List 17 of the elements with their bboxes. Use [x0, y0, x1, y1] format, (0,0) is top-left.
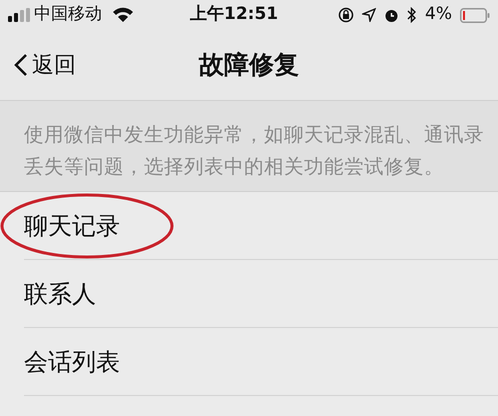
- battery-icon: [460, 8, 490, 22]
- signal-icon: [8, 8, 30, 22]
- page-title: 故障修复: [199, 49, 299, 82]
- chevron-left-icon: [14, 53, 28, 77]
- bluetooth-icon: [407, 7, 418, 23]
- description-text: 使用微信中发生功能异常，如聊天记录混乱、通讯录丢失等问题，选择列表中的相关功能尝试修复。: [0, 101, 498, 191]
- list-item[interactable]: 联系人: [24, 260, 498, 328]
- location-arrow-icon: [362, 8, 376, 22]
- clock-time: 上午12:51: [190, 3, 278, 26]
- list-item[interactable]: 会话列表: [24, 328, 498, 396]
- alarm-clock-icon: [384, 8, 400, 22]
- wifi-icon: [112, 7, 134, 23]
- rotation-lock-icon: [338, 7, 354, 23]
- back-button[interactable]: 返回: [14, 48, 76, 82]
- carrier-name: 中国移动: [34, 3, 102, 26]
- battery-percent: 4%: [425, 3, 452, 26]
- list-item[interactable]: 聊天记录: [24, 192, 498, 260]
